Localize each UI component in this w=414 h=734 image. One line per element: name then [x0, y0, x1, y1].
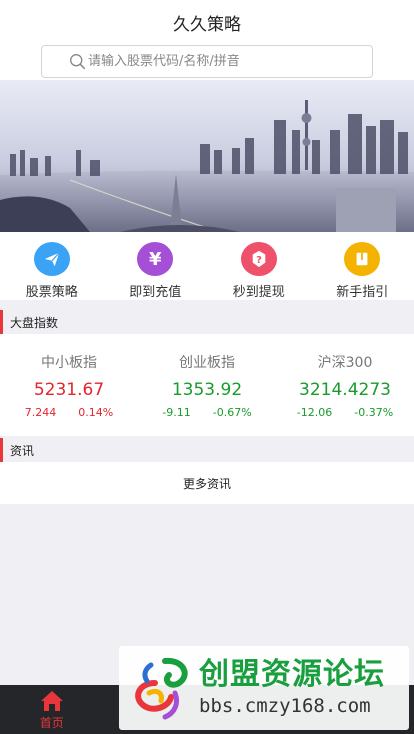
watermark-overlay: 创盟资源论坛 bbs.cmzy168.com: [119, 646, 409, 730]
quick-item-label: 股票策略: [25, 285, 78, 300]
search-bar: [0, 44, 414, 80]
more-news-link[interactable]: 更多资讯: [0, 462, 414, 504]
quick-item-recharge[interactable]: ¥ 即到充值: [104, 232, 208, 300]
index-change-row: -9.11 -0.67%: [138, 406, 276, 419]
index-change: -12.06: [296, 406, 333, 419]
quick-item-strategy[interactable]: 股票策略: [0, 232, 104, 300]
index-change-row: -12.06 -0.37%: [276, 406, 414, 419]
index-percent: -0.67%: [212, 406, 252, 419]
yen-icon: ¥: [137, 242, 174, 276]
svg-text:?: ?: [256, 255, 262, 266]
quick-item-label: 新手指引: [336, 285, 389, 300]
question-badge-icon: ?: [240, 242, 277, 276]
search-box[interactable]: [41, 45, 373, 78]
paper-plane-icon: [33, 242, 70, 276]
search-icon: [70, 54, 86, 70]
watermark-text: 创盟资源论坛 bbs.cmzy168.com: [199, 657, 385, 719]
quick-item-withdraw[interactable]: ? 秒到提现: [207, 232, 311, 300]
news-section-title: 资讯: [0, 438, 414, 462]
index-name: 创业板指: [179, 355, 235, 371]
index-card-csi300[interactable]: 沪深300 3214.4273 -12.06 -0.37%: [276, 334, 414, 436]
index-percent: -0.37%: [354, 406, 394, 419]
book-icon: [344, 242, 381, 276]
tab-label: 首页: [39, 716, 64, 730]
index-name: 中小板指: [41, 355, 97, 371]
forum-logo: [135, 657, 188, 720]
index-card-chinext[interactable]: 创业板指 1353.92 -9.11 -0.67%: [138, 334, 276, 436]
watermark-title: 创盟资源论坛: [199, 657, 385, 692]
market-indices: 中小板指 5231.67 7.244 0.14% 创业板指 1353.92 -9…: [0, 334, 414, 436]
quick-item-guide[interactable]: 新手指引: [311, 232, 414, 300]
app-header: 久久策略: [0, 0, 414, 44]
page-title: 久久策略: [173, 14, 241, 35]
index-name: 沪深300: [317, 355, 373, 371]
index-value: 1353.92: [171, 380, 243, 400]
index-change: 7.244: [24, 406, 57, 419]
index-value: 3214.4273: [299, 380, 391, 400]
index-value: 5231.67: [33, 380, 105, 400]
index-card-sme[interactable]: 中小板指 5231.67 7.244 0.14%: [0, 334, 138, 436]
quick-item-label: 即到充值: [129, 285, 182, 300]
quick-menu: 股票策略 ¥ 即到充值 ? 秒到提现 新手指引: [0, 232, 414, 300]
market-section-title: 大盘指数: [0, 310, 414, 334]
quick-item-label: 秒到提现: [232, 285, 285, 300]
watermark-url: bbs.cmzy168.com: [199, 695, 371, 717]
city-banner-image[interactable]: [0, 80, 414, 232]
index-percent: 0.14%: [78, 406, 114, 419]
search-input[interactable]: [88, 54, 338, 69]
tab-home[interactable]: 首页: [0, 685, 104, 734]
index-change-row: 7.244 0.14%: [0, 406, 138, 419]
index-change: -9.11: [162, 406, 191, 419]
home-icon: [40, 691, 63, 711]
